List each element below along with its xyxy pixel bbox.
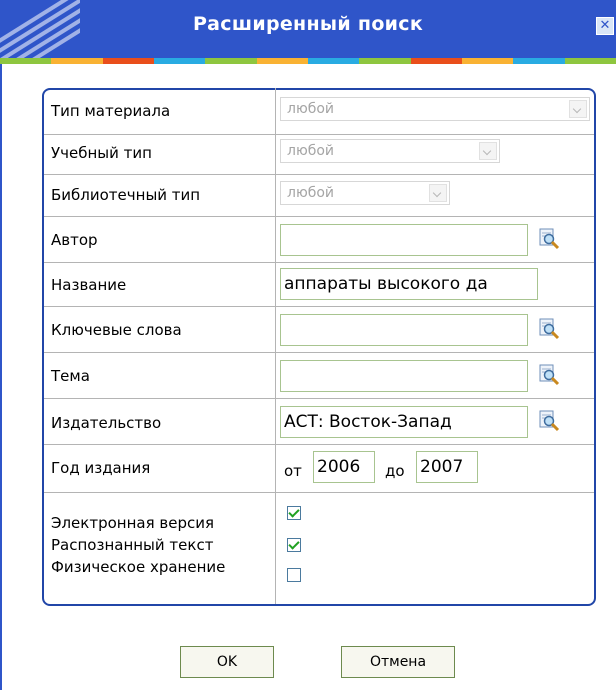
dialog-title: Расширенный поиск: [192, 13, 424, 35]
stripe-segment: [359, 58, 411, 64]
stripe-segment: [461, 58, 514, 64]
stripe-segment: [307, 58, 360, 64]
physical-storage-checkbox[interactable]: [287, 568, 301, 582]
stripe-segment: [51, 58, 103, 64]
ok-button[interactable]: OK: [180, 646, 274, 678]
keywords-lookup-magnifier-icon[interactable]: [538, 318, 560, 340]
window-left-border: [0, 64, 2, 690]
electronic-version-checkbox[interactable]: [287, 506, 301, 520]
recognized-text-checkbox[interactable]: [287, 538, 301, 552]
chevron-down-icon[interactable]: [429, 184, 447, 202]
chevron-down-icon[interactable]: [479, 142, 497, 160]
year-to-label: до: [385, 462, 405, 480]
library-type-select[interactable]: любой: [280, 181, 450, 205]
subject-input[interactable]: [280, 360, 528, 392]
subject-label: Тема: [51, 367, 90, 385]
option-label-physical: Физическое хранение: [51, 558, 226, 576]
title-bar: Расширенный поиск ✕: [0, 0, 616, 58]
stripe-segment: [513, 58, 565, 64]
study-type-label: Учебный тип: [51, 144, 152, 162]
stripe-segment: [564, 58, 616, 64]
close-button[interactable]: ✕: [596, 17, 614, 35]
publisher-lookup-magnifier-icon[interactable]: [538, 410, 560, 432]
material-type-select[interactable]: любой: [280, 97, 590, 121]
author-lookup-magnifier-icon[interactable]: [538, 228, 560, 250]
keywords-label: Ключевые слова: [51, 321, 182, 339]
year-label: Год издания: [51, 459, 151, 477]
publisher-label: Издательство: [51, 414, 162, 432]
stripe-segment: [205, 58, 257, 64]
title-label: Название: [51, 276, 127, 294]
stripe-segment: [102, 58, 154, 64]
author-label: Автор: [51, 231, 98, 249]
material-type-label: Тип материала: [51, 102, 171, 120]
library-type-value: любой: [287, 185, 335, 201]
library-type-label: Библиотечный тип: [51, 186, 201, 204]
author-input[interactable]: [280, 224, 528, 256]
title-input[interactable]: аппараты высокого да: [280, 268, 538, 300]
study-type-select[interactable]: любой: [280, 139, 500, 163]
year-to-input[interactable]: 2007: [416, 451, 478, 483]
title-color-stripe: [0, 58, 616, 64]
material-type-value: любой: [287, 101, 335, 117]
keywords-input[interactable]: [280, 314, 528, 346]
stripe-segment: [256, 58, 308, 64]
cancel-button[interactable]: Отмена: [341, 646, 455, 678]
stripe-segment: [153, 58, 206, 64]
publisher-input[interactable]: АСТ: Восток-Запад: [280, 406, 528, 438]
year-from-label: от: [284, 462, 302, 480]
study-type-value: любой: [287, 143, 335, 159]
stripe-segment: [410, 58, 462, 64]
stripe-segment: [0, 58, 52, 64]
subject-lookup-magnifier-icon[interactable]: [538, 364, 560, 386]
year-from-input[interactable]: 2006: [313, 451, 375, 483]
chevron-down-icon[interactable]: [569, 100, 587, 118]
option-label-recognized: Распознанный текст: [51, 536, 214, 554]
option-label-electronic: Электронная версия: [51, 514, 214, 532]
